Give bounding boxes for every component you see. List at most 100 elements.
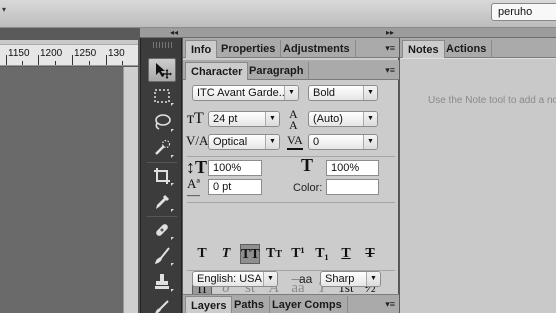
document-canvas[interactable] xyxy=(0,67,123,313)
history-brush-icon xyxy=(155,300,169,313)
vertical-scale-input[interactable]: 100% xyxy=(208,160,262,176)
tool-flyout-indicator xyxy=(171,209,174,212)
tab-paragraph[interactable]: Paragraph xyxy=(244,62,310,80)
font-family-select[interactable]: ITC Avant Garde... ▼ xyxy=(192,85,299,101)
panel-menu-icon[interactable]: ▾≡ xyxy=(385,65,395,76)
lasso-icon xyxy=(155,114,171,130)
bandage-icon xyxy=(156,224,168,236)
notes-hint-text: Use the Note tool to add a no xyxy=(428,95,556,106)
font-size-select[interactable]: 24 pt ▼ xyxy=(208,111,280,127)
tab-character[interactable]: Character xyxy=(185,62,249,80)
lasso-tool[interactable] xyxy=(148,110,176,134)
strikethrough-button[interactable]: T xyxy=(360,244,380,264)
ruler-tick xyxy=(38,55,39,65)
notes-dock-header: ▸▸ xyxy=(386,28,556,38)
marquee-tool[interactable] xyxy=(148,84,176,108)
section-divider xyxy=(187,156,395,157)
collapse-left-icon[interactable]: ◂◂ xyxy=(170,28,178,37)
kerning-icon: V/A xyxy=(186,133,209,148)
crop-tool[interactable] xyxy=(148,164,176,188)
panel-dock-header xyxy=(183,28,400,38)
ruler-label: 130 xyxy=(108,48,125,59)
language-select[interactable]: English: USA ▼ xyxy=(192,271,278,287)
panel-menu-icon[interactable]: ▾≡ xyxy=(385,299,395,310)
tools-panel xyxy=(140,38,182,313)
tab-layer-comps[interactable]: Layer Comps xyxy=(267,296,348,313)
tab-actions[interactable]: Actions xyxy=(441,40,493,58)
brush-icon xyxy=(155,247,170,264)
collapse-arrow-icon[interactable]: ▾ xyxy=(2,5,6,14)
ruler-track xyxy=(0,40,138,45)
tab-info[interactable]: Info xyxy=(185,40,218,58)
horizontal-scale-input[interactable]: 100% xyxy=(326,160,379,176)
section-divider xyxy=(187,202,395,203)
tracking-select[interactable]: 0 ▼ xyxy=(308,134,378,150)
chevron-down-icon: ▼ xyxy=(284,86,298,100)
tab-adjustments[interactable]: Adjustments xyxy=(278,40,356,58)
chevron-down-icon: ▼ xyxy=(263,272,277,286)
horizontal-ruler: 1150 1200 1250 130 xyxy=(0,40,138,66)
leading-icon: AA xyxy=(289,107,298,132)
font-style-select[interactable]: Bold ▼ xyxy=(308,85,378,101)
layers-tab-row: Layers Paths Layer Comps ▾≡ xyxy=(183,294,399,313)
info-tab-row: Info Properties Adjustments ▾≡ xyxy=(183,38,399,58)
color-swatch[interactable] xyxy=(326,179,379,195)
brush-tool[interactable] xyxy=(148,244,176,268)
clone-stamp-tool[interactable] xyxy=(148,270,176,294)
kerning-select[interactable]: Optical ▼ xyxy=(208,134,280,150)
eyedropper-tool[interactable] xyxy=(148,190,176,214)
ruler-tick xyxy=(22,61,23,65)
tools-divider xyxy=(147,216,177,217)
chevron-down-icon: ▼ xyxy=(363,112,377,126)
tab-properties[interactable]: Properties xyxy=(216,40,282,58)
tool-flyout-indicator xyxy=(171,263,174,266)
baseline-shift-icon: Aª — xyxy=(187,176,200,202)
ruler-tick xyxy=(72,55,73,65)
healing-brush-tool[interactable] xyxy=(148,218,176,242)
notes-divider xyxy=(400,58,556,59)
ruler-tick xyxy=(106,55,107,65)
expand-right-icon[interactable]: ▸▸ xyxy=(386,28,394,37)
tab-notes[interactable]: Notes xyxy=(402,40,445,58)
move-tool[interactable] xyxy=(148,58,176,82)
vertical-scale-icon: ↕T xyxy=(186,157,208,177)
ruler-tick xyxy=(6,55,7,65)
move-icon xyxy=(156,63,172,79)
tool-flyout-indicator xyxy=(171,289,174,292)
kerning-value: Optical xyxy=(213,136,248,148)
panel-menu-icon[interactable]: ▾≡ xyxy=(385,43,395,54)
underline-button[interactable]: T xyxy=(336,244,356,264)
chevron-down-icon: ▼ xyxy=(265,135,279,149)
chevron-down-icon: ▼ xyxy=(265,112,279,126)
ruler-label: 1150 xyxy=(8,48,30,59)
ruler-label: 1250 xyxy=(74,48,97,59)
tools-grip[interactable] xyxy=(153,42,173,48)
tool-flyout-indicator xyxy=(171,183,174,186)
history-brush-tool[interactable] xyxy=(148,296,176,313)
all-caps-button[interactable]: TT xyxy=(240,244,260,264)
baseline-shift-input[interactable]: 0 pt xyxy=(208,179,262,195)
color-label: Color: xyxy=(293,182,323,194)
tracking-icon: VA xyxy=(287,133,303,150)
antialias-select[interactable]: Sharp ▼ xyxy=(320,271,381,287)
leading-value: (Auto) xyxy=(313,113,343,125)
subscript-button[interactable]: T₁ xyxy=(312,244,332,264)
crop-icon xyxy=(154,168,170,184)
character-tab-row: Character Paragraph ▾≡ xyxy=(183,60,399,80)
superscript-button[interactable]: T¹ xyxy=(288,244,308,264)
chevron-down-icon: ▼ xyxy=(363,86,377,100)
chevron-down-icon: ▼ xyxy=(363,135,377,149)
quick-selection-tool[interactable] xyxy=(148,136,176,160)
tool-flyout-indicator xyxy=(171,237,174,240)
tab-paths[interactable]: Paths xyxy=(229,296,270,313)
vertical-scrollbar[interactable] xyxy=(123,67,138,313)
eyedropper-icon xyxy=(156,194,170,209)
workspace-field[interactable]: peruho xyxy=(491,3,556,21)
tool-flyout-indicator xyxy=(171,129,174,132)
leading-select[interactable]: (Auto) ▼ xyxy=(308,111,378,127)
faux-bold-button[interactable]: T xyxy=(192,244,212,264)
horizontal-scale-icon: T xyxy=(301,155,314,175)
tab-layers[interactable]: Layers xyxy=(185,296,233,313)
faux-italic-button[interactable]: T xyxy=(216,244,236,264)
small-caps-button[interactable]: Tt xyxy=(264,244,284,264)
